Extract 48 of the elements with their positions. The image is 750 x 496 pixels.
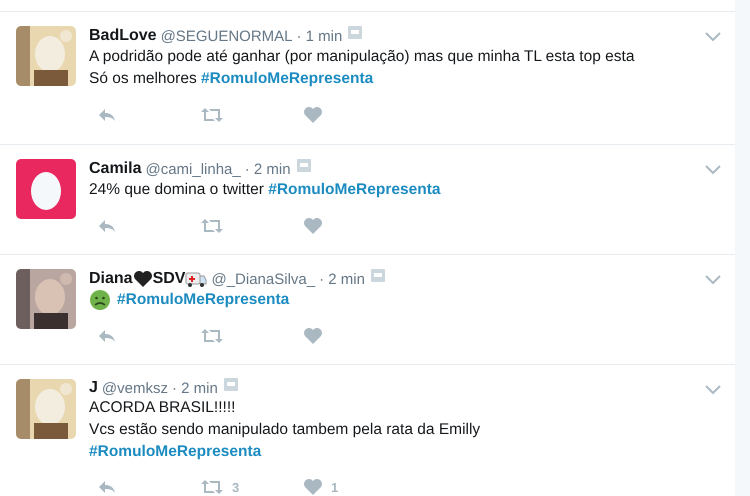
reply-icon[interactable] (97, 328, 117, 344)
retweet-icon[interactable] (200, 479, 224, 495)
tweet-text: Vcs estão sendo manipulado tambem pela rata da Emilly (89, 420, 480, 440)
like-icon[interactable] (303, 106, 323, 124)
badge-icon (370, 268, 385, 282)
user-handle[interactable]: @cami_linha_ (145, 160, 241, 178)
tweet-text: 24% que domina o twitter (89, 180, 265, 200)
user-handle[interactable]: @vemksz (102, 380, 168, 396)
tweet-time[interactable]: · 2 min (172, 380, 218, 396)
hashtag-link[interactable]: #RomuloMeRepresenta (117, 289, 290, 311)
badge-icon (224, 378, 238, 390)
user-name[interactable]: Diana (89, 270, 133, 288)
retweet-icon[interactable] (200, 218, 224, 234)
tweet-text: ACORDA BRASIL!!!!! (89, 398, 236, 418)
retweet-icon[interactable] (200, 328, 224, 344)
tweet-time[interactable]: · 1 min (296, 28, 342, 44)
chevron-down-icon[interactable] (705, 32, 721, 42)
chevron-down-icon[interactable] (705, 385, 721, 395)
user-name[interactable]: SDV (152, 270, 186, 288)
tweet-text: A podridão pode até ganhar (por manipulação) mas que minha TL esta top esta (89, 47, 634, 67)
tweet-text: Só os melhores (89, 69, 198, 89)
like-icon[interactable] (303, 217, 323, 235)
user-name[interactable]: Camila (89, 160, 142, 178)
tweet-time[interactable]: · 2 min (319, 270, 365, 288)
hashtag-link[interactable]: #RomuloMeRepresenta (89, 441, 262, 463)
chevron-down-icon[interactable] (705, 165, 721, 175)
retweet-icon[interactable] (200, 107, 224, 123)
like-icon[interactable] (303, 478, 323, 496)
tweet-time[interactable]: · 2 min (244, 160, 291, 178)
heart-icon (132, 270, 153, 288)
action-count: 3 (232, 480, 240, 494)
action-count: 1 (331, 480, 338, 494)
reply-icon[interactable] (97, 107, 117, 123)
hashtag-link[interactable]: #RomuloMeRepresenta (268, 179, 440, 201)
reply-icon[interactable] (97, 218, 117, 234)
badge-icon (348, 26, 362, 38)
egg-avatar-icon (16, 159, 76, 219)
user-name[interactable]: J (89, 379, 98, 397)
user-handle[interactable]: @SEGUENORMAL (160, 28, 292, 44)
badge-icon (296, 158, 311, 172)
ambulance-icon (185, 270, 208, 288)
sick-face-icon (89, 289, 111, 311)
chevron-down-icon[interactable] (705, 275, 721, 285)
like-icon[interactable] (303, 327, 323, 345)
reply-icon[interactable] (97, 479, 117, 495)
user-handle[interactable]: @_DianaSilva_ (211, 270, 316, 288)
user-name[interactable]: BadLove (89, 27, 157, 45)
hashtag-link[interactable]: #RomuloMeRepresenta (201, 68, 374, 90)
